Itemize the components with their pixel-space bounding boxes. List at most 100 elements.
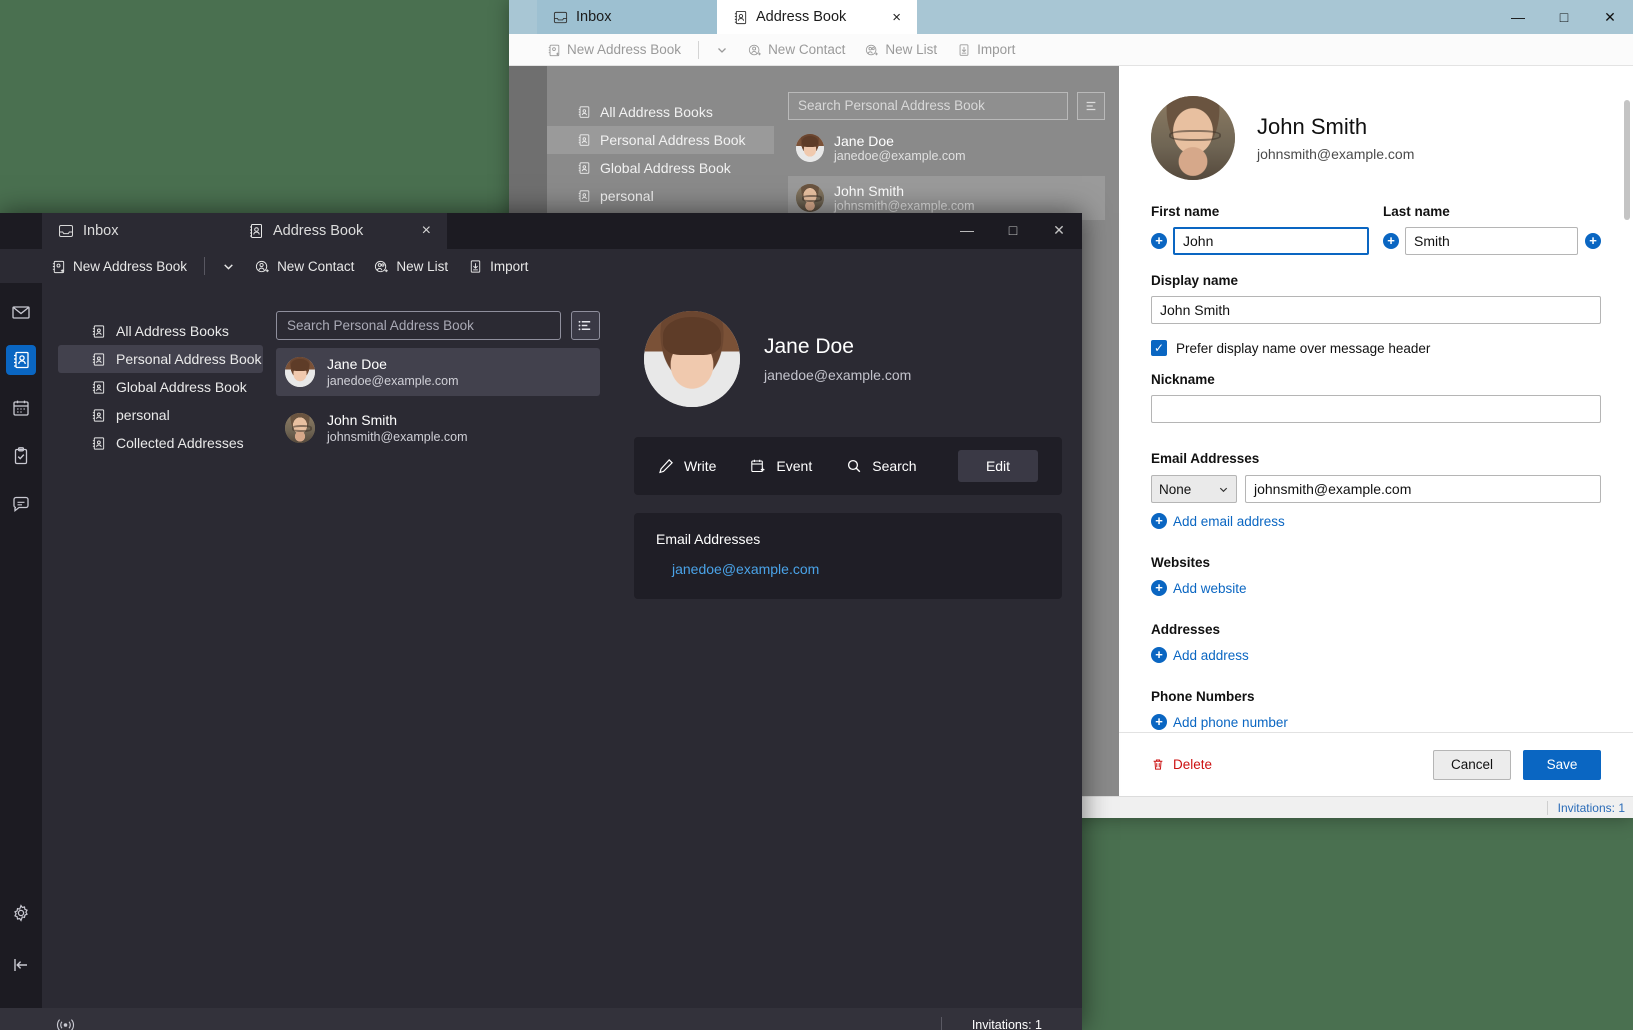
- addresses-label: Addresses: [1151, 622, 1601, 637]
- editor-header: John Smith johnsmith@example.com: [1151, 96, 1601, 180]
- nickname-input[interactable]: [1151, 395, 1601, 423]
- bg-new-contact-button[interactable]: New Contact: [740, 38, 853, 61]
- sidebar-item-calendar[interactable]: [6, 393, 36, 423]
- phone-numbers-label: Phone Numbers: [1151, 689, 1601, 704]
- contact-row-jane-doe[interactable]: Jane Doe janedoe@example.com: [276, 348, 600, 396]
- fg-minimize-button[interactable]: —: [944, 213, 990, 247]
- fg-close-button[interactable]: ✕: [1036, 213, 1082, 247]
- detail-contact-email: janedoe@example.com: [764, 367, 911, 383]
- email-addresses-label: Email Addresses: [1151, 451, 1601, 466]
- sidebar-item-mail[interactable]: [6, 297, 36, 327]
- bg-titlebar: Inbox Address Book × — □ ✕: [509, 0, 1633, 34]
- add-last-name-button[interactable]: +: [1383, 233, 1399, 249]
- bg-new-address-book-button[interactable]: New Address Book: [539, 38, 689, 61]
- prefer-display-name-row[interactable]: ✓ Prefer display name over message heade…: [1151, 340, 1601, 356]
- bg-new-list-button[interactable]: New List: [857, 38, 945, 61]
- add-first-name-button[interactable]: +: [1151, 233, 1167, 249]
- address-book-icon: [91, 324, 106, 339]
- fg-new-list-label: New List: [396, 259, 448, 274]
- settings-button[interactable]: [6, 898, 36, 928]
- fg-tab-address-book[interactable]: Address Book ×: [232, 213, 447, 249]
- add-extra-name-button[interactable]: +: [1585, 233, 1601, 249]
- collapse-panel-button[interactable]: [6, 950, 36, 980]
- add-address-link[interactable]: + Add address: [1151, 647, 1601, 663]
- new-list-icon: [865, 43, 879, 57]
- bg-tab-inbox[interactable]: Inbox: [537, 0, 717, 34]
- sort-list-icon[interactable]: [571, 311, 600, 340]
- nickname-label: Nickname: [1151, 372, 1601, 387]
- bg-invitations-status[interactable]: Invitations: 1: [1558, 801, 1625, 815]
- bg-sidebar-item-personal-address-book[interactable]: Personal Address Book: [547, 126, 774, 154]
- event-button[interactable]: Event: [750, 458, 812, 474]
- edit-contact-button[interactable]: Edit: [958, 450, 1038, 482]
- add-phone-number-link[interactable]: + Add phone number: [1151, 714, 1601, 730]
- delete-contact-button[interactable]: Delete: [1151, 757, 1212, 772]
- first-name-input[interactable]: John: [1173, 227, 1369, 255]
- sidebar-item-personal-address-book[interactable]: Personal Address Book: [58, 345, 263, 373]
- avatar: [1151, 96, 1235, 180]
- bg-tab-close-icon[interactable]: ×: [878, 9, 901, 26]
- sidebar-item-label: Collected Addresses: [116, 435, 244, 451]
- fg-tab-inbox[interactable]: Inbox: [42, 213, 232, 249]
- email-address-input[interactable]: johnsmith@example.com: [1245, 475, 1601, 503]
- bg-close-button[interactable]: ✕: [1587, 0, 1633, 34]
- bg-import-button[interactable]: Import: [949, 38, 1023, 61]
- bg-sidebar-item-all[interactable]: All Address Books: [547, 98, 774, 126]
- fg-new-contact-button[interactable]: New Contact: [246, 255, 363, 278]
- sidebar-item-chat[interactable]: [6, 489, 36, 519]
- plus-icon: +: [1151, 714, 1167, 730]
- fg-import-label: Import: [490, 259, 528, 274]
- bg-minimize-button[interactable]: —: [1495, 0, 1541, 34]
- fg-bottom-nav: [0, 856, 42, 996]
- fg-import-button[interactable]: Import: [459, 255, 537, 278]
- bg-sidebar-item-personal[interactable]: personal: [547, 182, 774, 210]
- editor-scrollbar[interactable]: [1623, 100, 1631, 800]
- fg-new-address-book-button[interactable]: New Address Book: [42, 255, 196, 278]
- fg-tab-inbox-label: Inbox: [83, 223, 118, 239]
- prefer-display-name-checkbox[interactable]: ✓: [1151, 340, 1167, 356]
- address-book-icon: [733, 10, 748, 25]
- fg-new-list-button[interactable]: New List: [365, 255, 457, 278]
- fg-tab-close-icon[interactable]: ×: [404, 222, 431, 240]
- cancel-button[interactable]: Cancel: [1433, 750, 1511, 780]
- add-email-address-link[interactable]: + Add email address: [1151, 513, 1601, 529]
- sidebar-item-personal[interactable]: personal: [58, 401, 263, 429]
- bg-sort-list-icon[interactable]: [1077, 92, 1105, 120]
- add-website-link[interactable]: + Add website: [1151, 580, 1601, 596]
- bg-search-input[interactable]: Search Personal Address Book: [788, 92, 1068, 120]
- sidebar-item-global-address-book[interactable]: Global Address Book: [58, 373, 263, 401]
- bg-new-address-book-dropdown[interactable]: [708, 40, 736, 60]
- save-button[interactable]: Save: [1523, 750, 1601, 780]
- foreground-address-book-window[interactable]: Inbox Address Book × — □ ✕: [0, 213, 1082, 1030]
- detail-email-link[interactable]: janedoe@example.com: [672, 561, 1040, 577]
- fg-invitations-status[interactable]: Invitations: 1: [972, 1018, 1042, 1030]
- plus-icon: +: [1151, 580, 1167, 596]
- bg-maximize-button[interactable]: □: [1541, 0, 1587, 34]
- bg-tab-address-book[interactable]: Address Book ×: [717, 0, 917, 34]
- sidebar-item-all-address-books[interactable]: All Address Books: [58, 317, 263, 345]
- write-button[interactable]: Write: [658, 458, 716, 474]
- bg-sidebar-item-global-address-book[interactable]: Global Address Book: [547, 154, 774, 182]
- fg-maximize-button[interactable]: □: [990, 213, 1036, 247]
- last-name-input[interactable]: Smith: [1405, 227, 1578, 255]
- email-type-select[interactable]: None: [1151, 475, 1237, 503]
- search-input[interactable]: Search Personal Address Book: [276, 311, 561, 340]
- bg-new-address-book-label: New Address Book: [567, 42, 681, 57]
- search-label: Search: [872, 458, 916, 474]
- chat-icon: [11, 494, 31, 514]
- bg-contact-row-jane[interactable]: Jane Doe janedoe@example.com: [788, 126, 1105, 170]
- plus-icon: +: [1151, 647, 1167, 663]
- new-contact-icon: [255, 259, 270, 274]
- contact-row-john-smith[interactable]: John Smith johnsmith@example.com: [276, 404, 600, 452]
- search-button[interactable]: Search: [846, 458, 916, 474]
- sidebar-item-address-book[interactable]: [6, 345, 36, 375]
- sidebar-item-tasks[interactable]: [6, 441, 36, 471]
- avatar: [796, 184, 824, 212]
- fg-status-bar: Invitations: 1: [0, 1008, 1082, 1030]
- sidebar-item-collected-addresses[interactable]: Collected Addresses: [58, 429, 263, 457]
- bg-status-divider: [1547, 801, 1548, 815]
- fg-new-address-book-dropdown[interactable]: [213, 256, 244, 277]
- display-name-input[interactable]: John Smith: [1151, 296, 1601, 324]
- sidebar-item-label: All Address Books: [116, 323, 229, 339]
- delete-label: Delete: [1173, 757, 1212, 772]
